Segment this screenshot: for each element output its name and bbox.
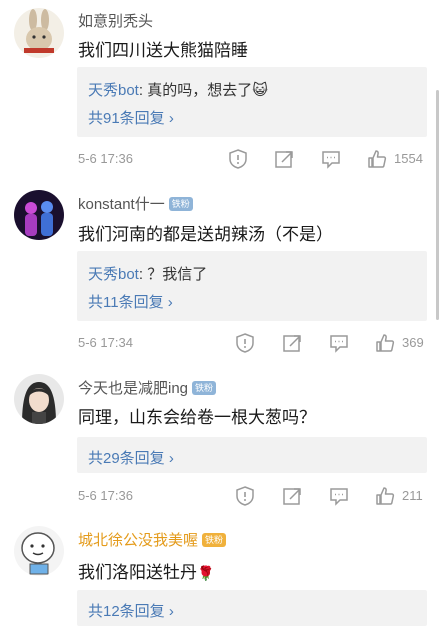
reply-box[interactable]: 天秀bot: ？我信了 共11条回复 ›: [77, 251, 427, 321]
neon-figures-avatar-icon: [14, 190, 64, 240]
reply-user[interactable]: 天秀bot: [88, 82, 139, 99]
reply-preview: 天秀bot: ？我信了: [88, 263, 207, 284]
action-row: 5-6 17:34 369: [0, 332, 440, 354]
username[interactable]: konstant什一 铁粉: [78, 193, 193, 214]
reply-box[interactable]: 共29条回复 ›: [77, 437, 427, 473]
more-replies-link[interactable]: 共11条回复 ›: [88, 291, 173, 312]
report-icon[interactable]: [227, 148, 249, 170]
timestamp: 5-6 17:36: [78, 488, 133, 503]
reply-box[interactable]: 天秀bot: 真的吗，想去了😺 共91条回复 ›: [77, 67, 427, 137]
action-row: 5-6 17:36 211: [0, 485, 440, 507]
like-count: 369: [402, 335, 424, 350]
username-text[interactable]: 今天也是减肥ing: [78, 377, 188, 398]
action-row: 5-6 17:36 1554: [0, 148, 440, 170]
reply-text: : ？我信了: [138, 266, 208, 283]
more-replies-link[interactable]: 共91条回复 ›: [88, 107, 174, 128]
comment-text: 同理，山东会给卷一根大葱吗？: [78, 408, 316, 427]
comment-icon[interactable]: [320, 148, 342, 170]
scrollbar[interactable]: [436, 90, 439, 320]
fan-badge: 铁粉: [168, 196, 193, 211]
username[interactable]: 如意别秃头: [78, 10, 153, 31]
comment-icon[interactable]: [328, 332, 350, 354]
comment-text-content: 我们洛阳送牡丹: [78, 563, 197, 582]
thumbs-up-icon[interactable]: [374, 485, 396, 507]
chevron-right-icon: ›: [168, 450, 174, 467]
comment-3: 今天也是减肥ing 铁粉 同理，山东会给卷一根大葱吗？ 共29条回复 › 5-6…: [0, 362, 440, 512]
thumbs-up-icon[interactable]: [374, 332, 396, 354]
more-replies-text[interactable]: 共11条回复: [88, 294, 164, 311]
thumbs-up-icon[interactable]: [366, 148, 388, 170]
more-replies-link[interactable]: 共12条回复 ›: [88, 600, 174, 621]
comment-1: 如意别秃头 我们四川送大熊猫陪睡 天秀bot: 真的吗，想去了😺 共91条回复 …: [0, 0, 440, 180]
fan-badge: 铁粉: [192, 380, 217, 395]
cartoon-face-avatar-icon: [14, 526, 64, 576]
more-replies-link[interactable]: 共29条回复 ›: [88, 447, 174, 468]
comment-2: konstant什一 铁粉 我们河南的都是送胡辣汤（不是） 天秀bot: ？我信…: [0, 180, 440, 360]
comment-icon[interactable]: [328, 485, 350, 507]
rose-emoji: 🌹: [197, 565, 215, 581]
chevron-right-icon: ›: [168, 603, 174, 620]
repost-icon[interactable]: [281, 332, 303, 354]
timestamp: 5-6 17:36: [78, 151, 133, 166]
comment-text: 我们四川送大熊猫陪睡: [78, 41, 248, 60]
reply-user[interactable]: 天秀bot: [88, 266, 139, 283]
chevron-right-icon: ›: [168, 110, 174, 127]
rabbit-avatar-icon: [14, 8, 64, 58]
like-count: 1554: [394, 151, 423, 166]
avatar[interactable]: [14, 8, 64, 58]
reply-text: : 真的吗，想去了: [138, 82, 253, 99]
comment-4: 城北徐公没我美喔 铁粉 我们洛阳送牡丹🌹 共12条回复 ›: [0, 514, 440, 629]
avatar[interactable]: [14, 526, 64, 576]
girl-avatar-icon: [14, 374, 64, 424]
username-text[interactable]: 城北徐公没我美喔: [78, 529, 198, 550]
comment-text: 我们洛阳送牡丹🌹: [78, 558, 214, 583]
timestamp: 5-6 17:34: [78, 335, 133, 350]
avatar[interactable]: [14, 374, 64, 424]
report-icon[interactable]: [234, 485, 256, 507]
chevron-right-icon: ›: [167, 294, 173, 311]
reply-preview: 天秀bot: 真的吗，想去了😺: [88, 79, 268, 100]
username-text[interactable]: 如意别秃头: [78, 10, 153, 31]
like-count: 211: [402, 488, 423, 503]
username[interactable]: 城北徐公没我美喔 铁粉: [78, 529, 227, 550]
more-replies-text[interactable]: 共91条回复: [88, 110, 165, 127]
avatar[interactable]: [14, 190, 64, 240]
repost-icon[interactable]: [281, 485, 303, 507]
comment-text: 我们河南的都是送胡辣汤（不是）: [78, 225, 333, 244]
more-replies-text[interactable]: 共12条回复: [88, 603, 165, 620]
reply-box[interactable]: 共12条回复 ›: [77, 590, 427, 626]
more-replies-text[interactable]: 共29条回复: [88, 450, 165, 467]
fan-badge: 铁粉: [202, 532, 227, 547]
cat-emoji: 😺: [252, 82, 268, 99]
report-icon[interactable]: [234, 332, 256, 354]
username-text[interactable]: konstant什一: [78, 193, 165, 214]
username[interactable]: 今天也是减肥ing 铁粉: [78, 377, 217, 398]
repost-icon[interactable]: [273, 148, 295, 170]
